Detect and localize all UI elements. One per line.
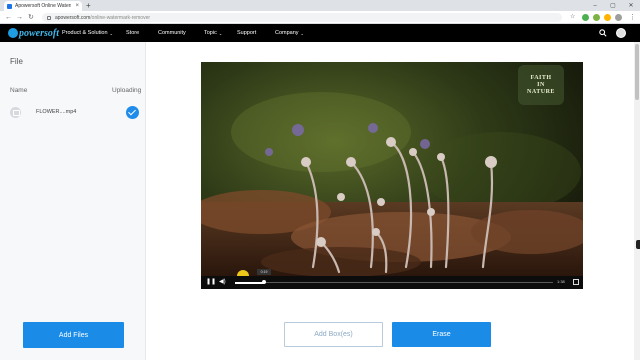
nav-store[interactable]: Store [126, 24, 139, 42]
user-avatar[interactable] [616, 28, 626, 38]
seek-progress [235, 281, 264, 284]
nav-support[interactable]: Support [237, 24, 256, 42]
logo-text: powersoft [19, 27, 59, 39]
video-duration: 1:38 [557, 279, 565, 284]
address-toolbar: ← → ↻ apowersoft.com/online-watermark-re… [0, 11, 640, 24]
erase-button[interactable]: Erase [392, 322, 491, 347]
chevron-down-icon: ⌄ [218, 30, 223, 36]
nav-label: Community [158, 30, 186, 36]
chevron-down-icon: ⌄ [300, 30, 304, 36]
close-tab-icon[interactable]: × [75, 3, 79, 9]
bookmark-star-icon[interactable]: ☆ [570, 13, 575, 22]
site-header: powersoft Product & Solution ⌄ Store Comm… [0, 24, 640, 42]
watermark-logo: FAITH IN NATURE [518, 65, 564, 105]
nav-community[interactable]: Community [158, 24, 186, 42]
nav-label: Topic [204, 30, 217, 36]
minimize-button[interactable]: – [586, 0, 604, 11]
tab-title: Apowersoft Online Waterm... [15, 3, 71, 9]
chevron-down-icon: ⌄ [109, 30, 113, 36]
window-close-button[interactable]: ✕ [622, 0, 640, 11]
search-icon[interactable] [599, 29, 607, 37]
nav-label: Company [275, 30, 299, 36]
column-header-name: Name [10, 87, 28, 94]
browser-tab[interactable]: Apowersoft Online Waterm... × [4, 1, 82, 11]
seek-time-tooltip: 0:19 [257, 269, 271, 275]
side-widget-tab[interactable] [636, 240, 640, 249]
new-tab-button[interactable]: + [86, 1, 91, 10]
extension-icon[interactable] [582, 14, 589, 21]
video-player[interactable]: FAITH IN NATURE 0:19 ❚❚ ◀) 1:38 [201, 62, 583, 289]
video-file-icon [10, 107, 21, 118]
seek-handle[interactable] [261, 280, 266, 284]
lock-icon [47, 15, 51, 20]
sidebar-title: File [10, 57, 23, 66]
nav-label: Product & Solution [62, 30, 108, 36]
file-row[interactable]: FLOWER....mp4 [0, 102, 146, 124]
fullscreen-icon[interactable] [573, 279, 579, 285]
forward-icon[interactable]: → [16, 13, 23, 22]
browser-tab-strip: Apowersoft Online Waterm... × + – ▢ ✕ [0, 0, 640, 11]
maximize-button[interactable]: ▢ [604, 0, 622, 11]
watermark-line: FAITH [530, 74, 552, 81]
watermark-line: NATURE [527, 88, 555, 95]
add-files-button[interactable]: Add Files [23, 322, 124, 348]
url-path: /online-watermark-remover [90, 14, 151, 21]
url-bar[interactable]: apowersoft.com/online-watermark-remover [42, 13, 562, 22]
back-icon[interactable]: ← [5, 13, 12, 22]
add-box-button[interactable]: Add Box(es) [284, 322, 383, 347]
apowersoft-logo[interactable]: powersoft [8, 26, 59, 40]
scrollbar-thumb[interactable] [635, 44, 639, 100]
browser-menu-icon[interactable]: ⋮ [629, 13, 636, 22]
file-name: FLOWER....mp4 [36, 109, 77, 115]
url-host: apowersoft.com [55, 14, 91, 21]
column-header-uploading: Uploading [112, 87, 142, 94]
nav-product-solution[interactable]: Product & Solution ⌄ [62, 24, 113, 42]
logo-mark-icon [8, 28, 18, 38]
file-sidebar: File Name Uploading FLOWER....mp4 [0, 42, 146, 360]
extension-icon[interactable] [604, 14, 611, 21]
nav-company[interactable]: Company ⌄ [275, 24, 304, 42]
reload-icon[interactable]: ↻ [28, 13, 34, 22]
nav-label: Support [237, 30, 257, 36]
seek-bar[interactable] [235, 282, 553, 283]
player-controls: ❚❚ ◀) 1:38 [201, 276, 583, 289]
pause-icon[interactable]: ❚❚ [206, 278, 216, 287]
nav-label: Store [126, 30, 140, 36]
volume-icon[interactable]: ◀) [219, 278, 226, 287]
upload-complete-check-icon [126, 106, 139, 119]
profile-icon[interactable] [615, 14, 622, 21]
watermark-line: IN [537, 81, 545, 88]
favicon-icon [7, 3, 12, 9]
nav-topic[interactable]: Topic ⌄ [204, 24, 222, 42]
extension-icon[interactable] [593, 14, 600, 21]
